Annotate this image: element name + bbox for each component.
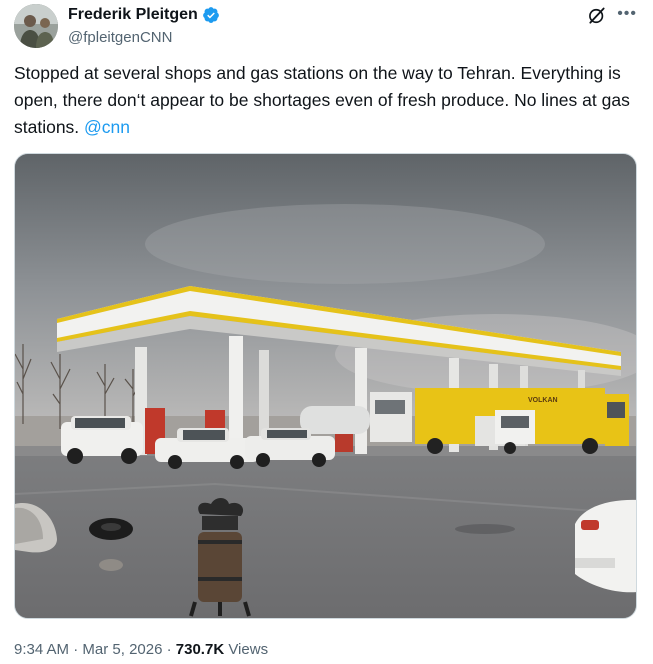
avatar[interactable] [14, 4, 58, 48]
views-count: 730.7K [175, 641, 225, 658]
views-label: Views [224, 641, 269, 658]
tweet-photo[interactable]: VOLKAN [14, 153, 637, 619]
meta-separator-2: · [162, 641, 176, 658]
more-icon[interactable]: ••• [617, 4, 637, 24]
truck-lettering: VOLKAN [528, 397, 558, 404]
grok-icon[interactable] [587, 6, 607, 26]
author-handle[interactable]: @fpleitgenCNN [68, 28, 220, 48]
avatar-image [14, 4, 58, 48]
gas-station-photo: VOLKAN [15, 154, 636, 618]
tweet-header: Frederik Pleitgen @fpleitgenCNN ••• [14, 4, 639, 48]
mention-link[interactable]: @cnn [84, 117, 130, 137]
tweet-meta: 9:34 AM · Mar 5, 2026 · 730.7K Views [14, 640, 268, 660]
meta-separator: · [69, 641, 83, 658]
tweet-text: Stopped at several shops and gas station… [14, 60, 639, 141]
tweet-date[interactable]: Mar 5, 2026 [82, 641, 162, 658]
author-display-name[interactable]: Frederik Pleitgen [68, 4, 198, 26]
author-info: Frederik Pleitgen @fpleitgenCNN [68, 4, 220, 48]
tweet-time[interactable]: 9:34 AM [14, 641, 69, 658]
verified-badge-icon [202, 7, 219, 23]
